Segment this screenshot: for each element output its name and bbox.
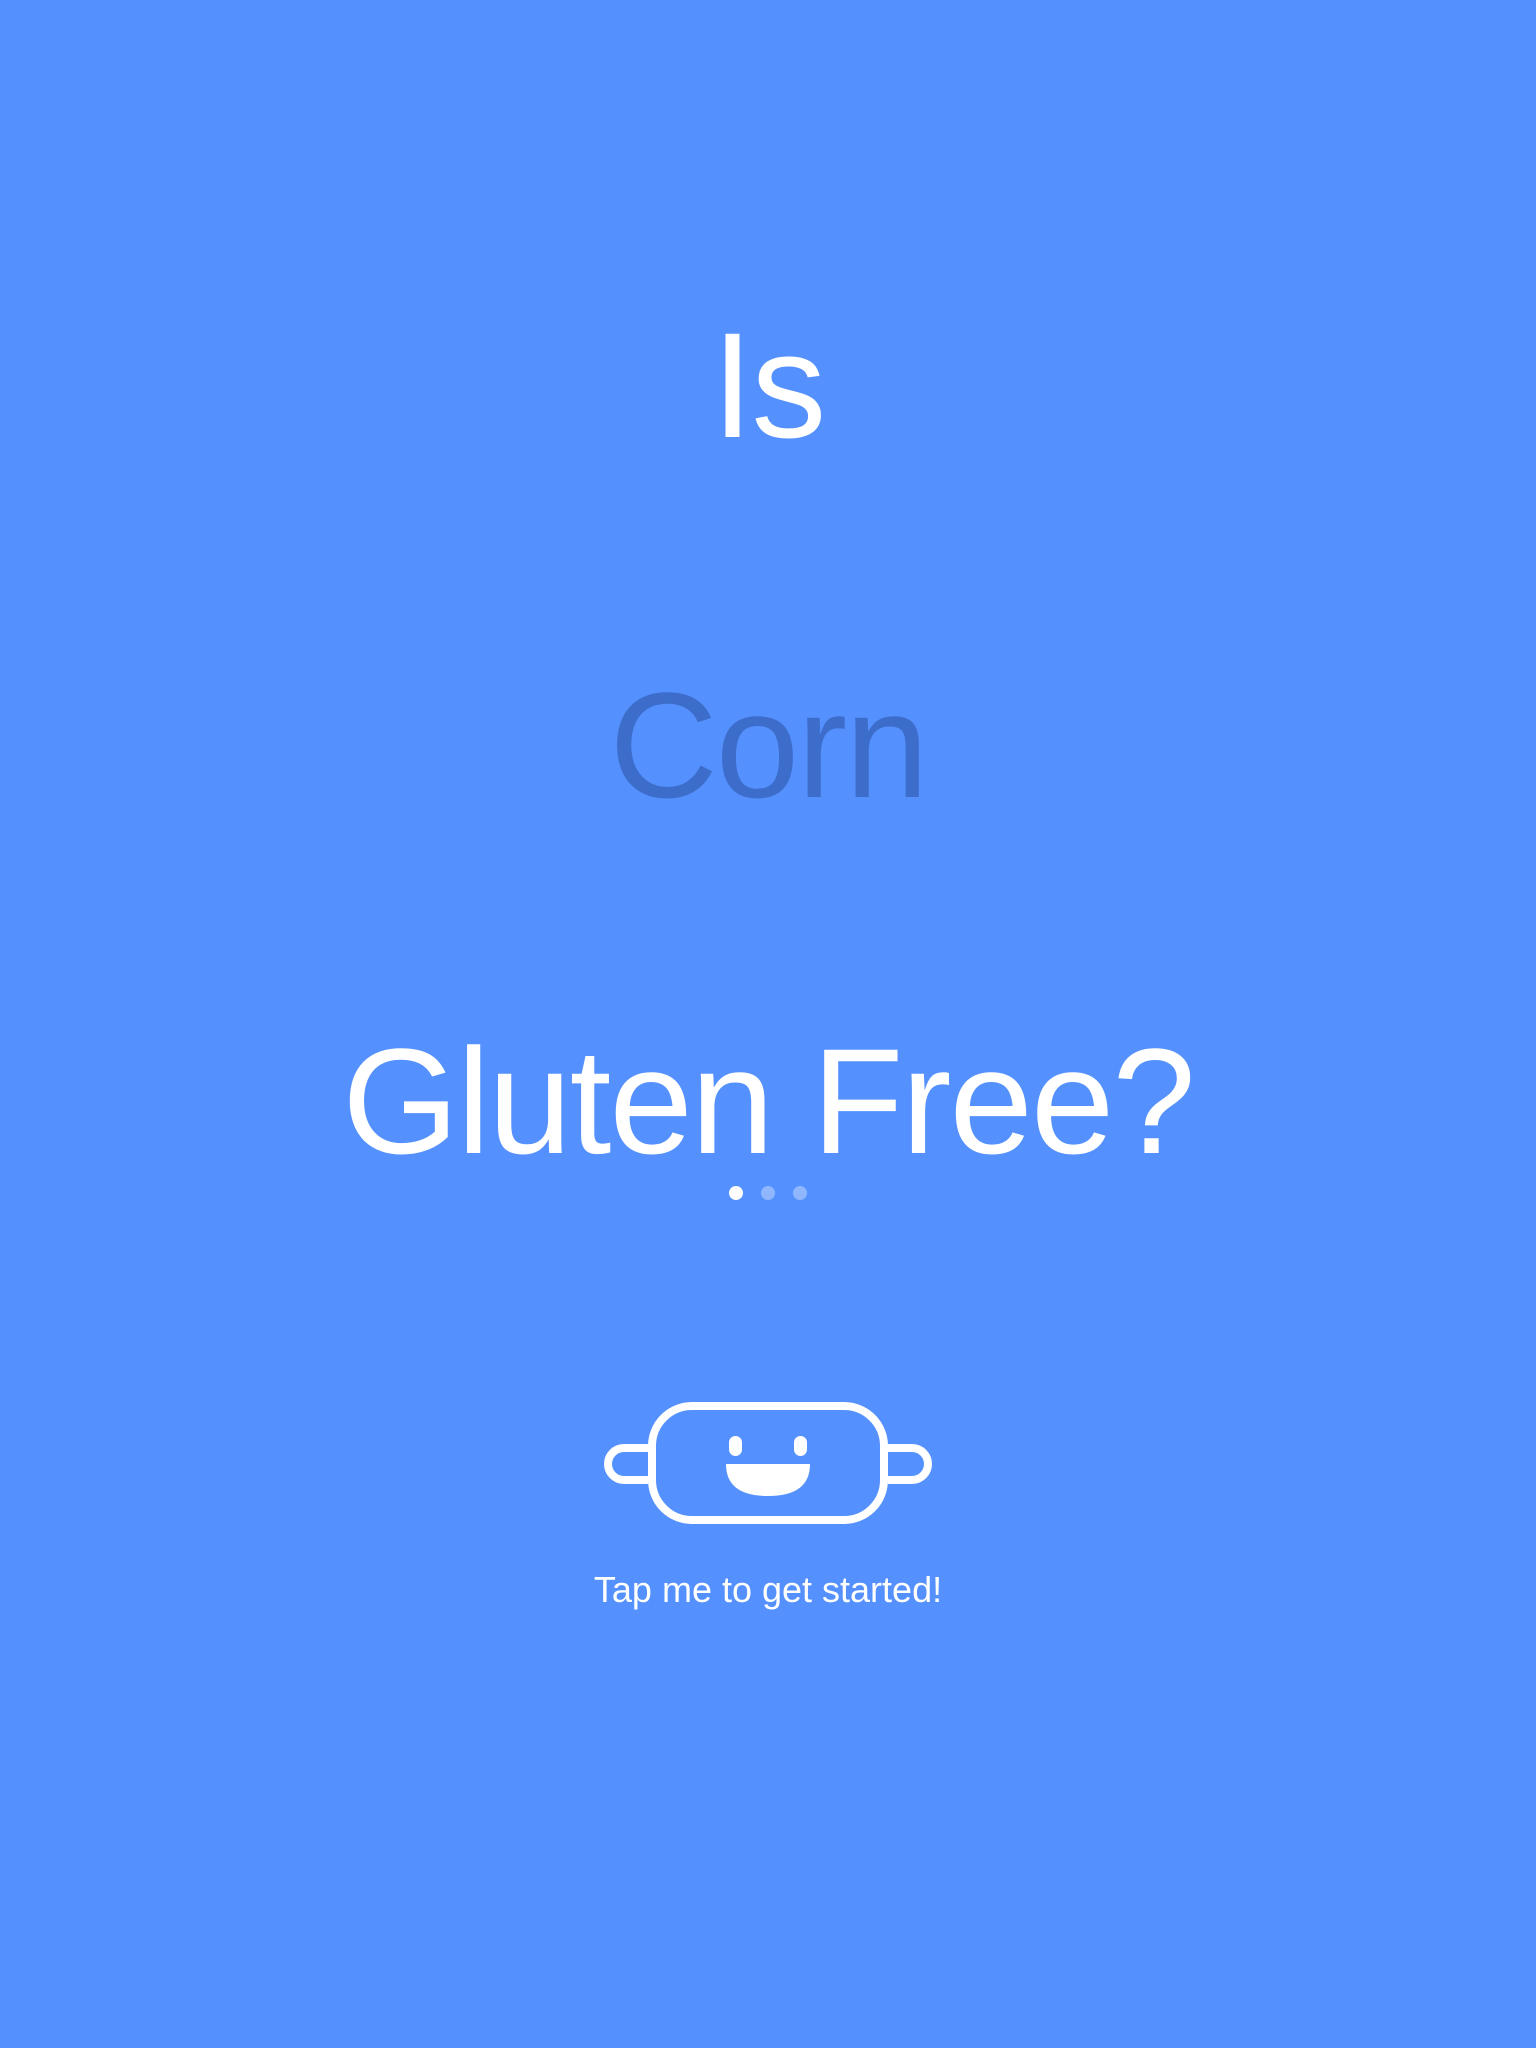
headline-word-is: Is bbox=[711, 301, 827, 469]
onboarding-screen: { "headline": { "line1": "Is", "line2": … bbox=[0, 0, 1536, 2048]
headline-food-name: Corn bbox=[609, 661, 928, 829]
page-dot-2[interactable] bbox=[761, 1186, 775, 1200]
get-started-label[interactable]: Tap me to get started! bbox=[0, 1568, 1536, 1612]
rolling-pin-smiley-icon[interactable] bbox=[604, 1400, 932, 1530]
page-dot-1[interactable] bbox=[729, 1186, 743, 1200]
headline-question: Gluten Free? bbox=[342, 1017, 1195, 1185]
page-indicator bbox=[0, 1186, 1536, 1200]
page-dot-3[interactable] bbox=[793, 1186, 807, 1200]
